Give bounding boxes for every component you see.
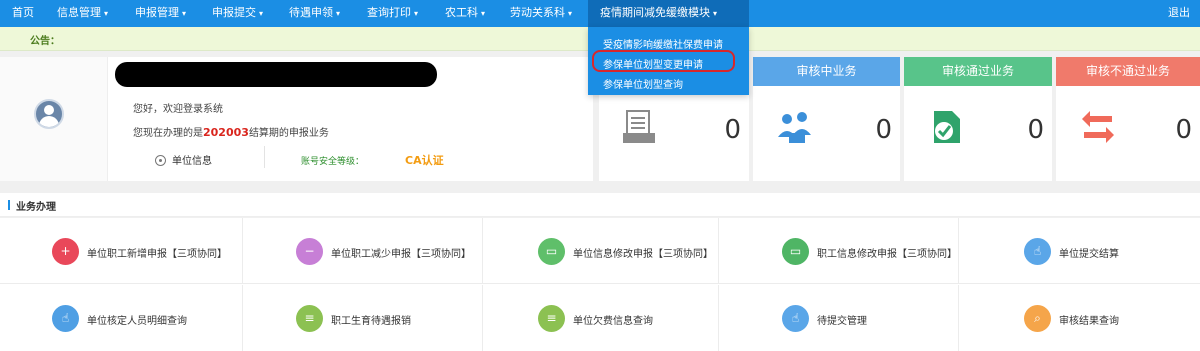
check-file-icon [934,111,960,143]
logout-label: 退出 [1168,6,1190,19]
menu-item-unit-type-query[interactable]: 参保单位划型查询 [603,76,683,91]
logout-link[interactable]: 退出 [1168,0,1190,27]
add-user-icon: + [52,238,79,265]
nav-label: 信息管理 [57,6,101,19]
hand-pointer-icon: ☝ [782,305,809,332]
stat-title: 审核不通过业务 [1056,57,1200,86]
stat-value: 0 [724,115,741,145]
period-prefix: 您现在办理的是 [133,128,203,139]
tile-label: 职工生育待遇报销 [331,316,411,327]
highlight-outline [592,50,735,72]
tile-pending-submission[interactable]: ☝ 待提交管理 [719,285,959,351]
avatar-body [39,116,59,127]
users-icon [778,112,811,143]
unit-info-label: 单位信息 [172,156,212,167]
id-card-icon: ▭ [538,238,565,265]
redacted-unit-name [115,62,437,87]
tile-review-result-query[interactable]: ⌕ 审核结果查询 [959,285,1200,351]
tile-unit-info-change[interactable]: ▭ 单位信息修改申报【三项协同】 [483,218,719,284]
id-card-icon: ▭ [782,238,809,265]
remove-user-icon: − [296,238,323,265]
tile-unit-submit-settlement[interactable]: ☝ 单位提交结算 [959,218,1200,284]
nav-info-management[interactable]: 信息管理 ▾ [57,0,108,27]
nav-home[interactable]: 首页 [12,0,34,27]
business-grid: + 单位职工新增申报【三项协同】 − 单位职工减少申报【三项协同】 ▭ 单位信息… [0,218,1200,351]
stat-title: 审核通过业务 [904,57,1052,86]
nav-home-label: 首页 [12,6,34,19]
nav-declaration-management[interactable]: 申报管理 ▾ [135,0,186,27]
chevron-down-icon: ▾ [336,9,341,18]
period-value: 202003 [203,126,249,139]
stat-card-approved[interactable]: 审核通过业务 0 [904,57,1052,181]
tile-employee-info-change[interactable]: ▭ 职工信息修改申报【三项协同】 [719,218,959,284]
tile-label: 单位核定人员明细查询 [87,316,187,327]
chevron-down-icon: ▾ [713,9,718,18]
tile-label: 待提交管理 [817,316,867,327]
nav-label: 申报提交 [212,6,256,19]
stat-value: 0 [875,115,892,145]
nav-query-print[interactable]: 查询打印 ▾ [367,0,418,27]
tile-label: 职工信息修改申报【三项协同】 [817,249,957,260]
nav-label: 疫情期间减免缓缴模块 [600,6,710,19]
stat-value: 0 [1175,115,1192,145]
notice-label: 公告： [30,36,60,47]
document-icon: ≡ [538,305,565,332]
chevron-down-icon: ▾ [259,9,264,18]
nav-declaration-submit[interactable]: 申报提交 ▾ [212,0,263,27]
business-header: 业务办理 [0,193,1200,217]
chevron-down-icon: ▾ [568,9,573,18]
avatar-panel [0,57,108,181]
top-nav: 首页 信息管理 ▾ 申报管理 ▾ 申报提交 ▾ 待遇申领 ▾ 查询打印 ▾ 农工科 ▾ 劳动… [0,0,1200,27]
stat-value: 0 [1027,115,1044,145]
tile-label: 单位提交结算 [1059,249,1119,260]
stat-title: 审核中业务 [753,57,900,86]
nav-label: 待遇申领 [289,6,333,19]
tile-staff-detail-query[interactable]: ☝ 单位核定人员明细查询 [0,285,243,351]
search-icon: ⌕ [1024,305,1051,332]
tile-label: 单位欠费信息查询 [573,316,653,327]
chevron-down-icon: ▾ [481,9,486,18]
document-icon: ≡ [296,305,323,332]
nav-label: 农工科 [445,6,478,19]
unit-info-link[interactable]: 单位信息 [155,152,212,167]
chevron-down-icon: ▾ [104,9,109,18]
stat-card-rejected[interactable]: 审核不通过业务 0 [1056,57,1200,181]
nav-agri-dept[interactable]: 农工科 ▾ [445,0,485,27]
unit-info-icon [155,155,166,166]
nav-label: 查询打印 [367,6,411,19]
period-line: 您现在办理的是202003结算期的申报业务 [133,124,329,139]
tile-maternity-reimbursement[interactable]: ≡ 职工生育待遇报销 [243,285,483,351]
tile-label: 单位职工新增申报【三项协同】 [87,249,227,260]
stat-card-in-review[interactable]: 审核中业务 0 [753,57,900,181]
nav-benefits-claim[interactable]: 待遇申领 ▾ [289,0,340,27]
business-title: 业务办理 [16,202,56,213]
section-marker [8,200,10,210]
nav-labor-relations[interactable]: 劳动关系科 ▾ [510,0,572,27]
tile-arrears-query[interactable]: ≡ 单位欠费信息查询 [483,285,719,351]
hand-pointer-icon: ☝ [1024,238,1051,265]
hand-pointer-icon: ☝ [52,305,79,332]
nav-label: 劳动关系科 [510,6,565,19]
tile-label: 单位职工减少申报【三项协同】 [331,249,471,260]
chevron-down-icon: ▾ [414,9,419,18]
tile-add-employee[interactable]: + 单位职工新增申报【三项协同】 [0,218,243,284]
divider [264,146,265,168]
return-arrows-icon [1082,111,1114,143]
welcome-text: 您好，欢迎登录系统 [133,104,223,115]
nav-epidemic-module[interactable]: 疫情期间减免缓缴模块 ▾ [588,0,749,27]
chevron-down-icon: ▾ [182,9,187,18]
document-icon [623,110,655,143]
ca-auth-link[interactable]: CA认证 [405,152,444,168]
period-suffix: 结算期的申报业务 [248,128,329,139]
tile-label: 单位信息修改申报【三项协同】 [573,249,713,260]
avatar-head [44,105,54,115]
tile-remove-employee[interactable]: − 单位职工减少申报【三项协同】 [243,218,483,284]
security-level-label: 账号安全等级： [301,157,365,167]
tile-label: 审核结果查询 [1059,316,1119,327]
menu-item-deferral-application[interactable]: 受疫情影响缓缴社保费申请 [603,36,723,51]
avatar [34,99,64,129]
nav-label: 申报管理 [135,6,179,19]
